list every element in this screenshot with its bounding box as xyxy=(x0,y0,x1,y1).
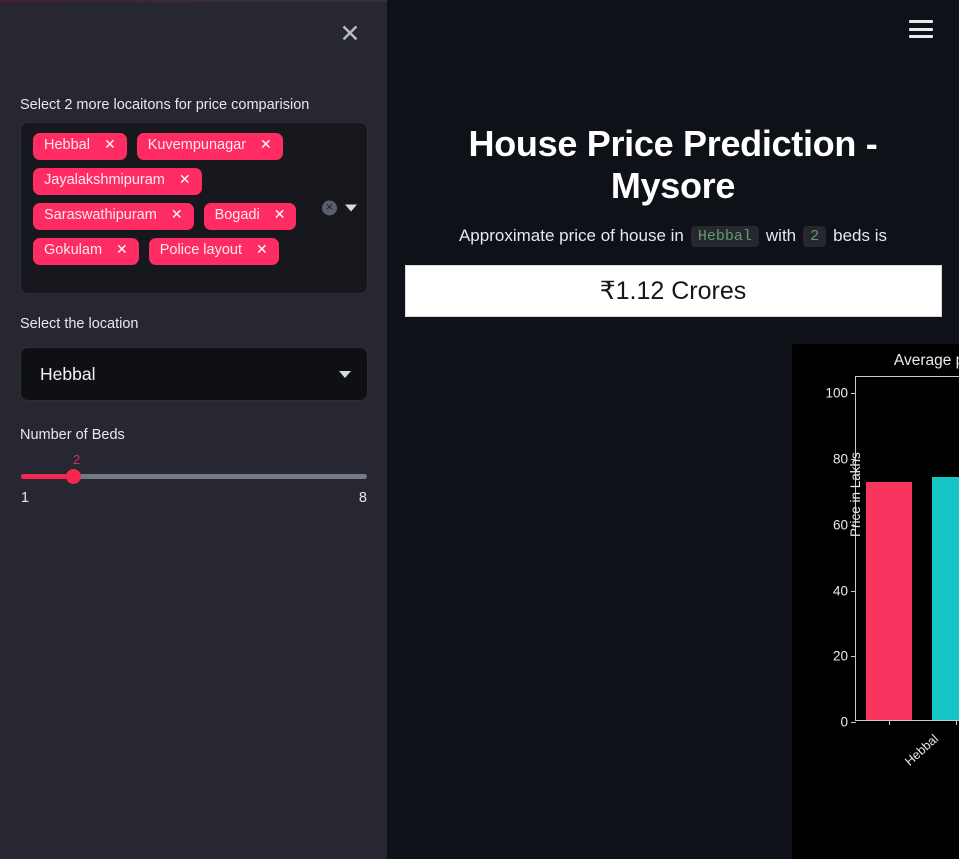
summary-beds-chip: 2 xyxy=(803,225,827,247)
main-content: House Price Prediction - Mysore Approxim… xyxy=(387,0,959,859)
chart-y-tick-mark xyxy=(851,722,856,723)
chart-bar xyxy=(865,481,913,720)
location-select-label: Select the location xyxy=(20,316,139,332)
location-tag-label: Saraswathipuram xyxy=(44,206,157,223)
chevron-down-icon[interactable] xyxy=(345,204,357,212)
summary-text-pre: Approximate price of house in xyxy=(458,226,684,246)
chart-x-tick-mark xyxy=(955,720,957,725)
location-tag-label: Gokulam xyxy=(44,241,103,258)
tags-prompt-label: Select 2 more locaitons for price compar… xyxy=(20,97,310,113)
location-tag[interactable]: Hebbal ✕ xyxy=(33,133,127,160)
chart-x-tick-mark xyxy=(889,720,891,725)
clear-all-icon[interactable]: ✕ xyxy=(322,200,337,216)
chart-y-tick-mark xyxy=(851,590,856,592)
chart-y-tick-label: 20 xyxy=(832,648,848,664)
prediction-summary: Approximate price of house in Hebbal wit… xyxy=(387,225,959,247)
remove-tag-icon[interactable]: ✕ xyxy=(179,172,191,188)
chevron-down-icon xyxy=(339,370,351,378)
chart-y-tick-label: 80 xyxy=(832,451,848,467)
chart-x-tick-label: Hebbal xyxy=(902,731,942,769)
hamburger-bar xyxy=(909,27,933,31)
chart-y-tick-mark xyxy=(851,393,856,395)
chart-plot-area: Price in Lakhs 020406080100HebbalKuvempu… xyxy=(825,376,959,769)
chart-y-tick-label: 60 xyxy=(832,517,848,533)
multiselect-controls: ✕ xyxy=(322,200,357,216)
remove-tag-icon[interactable]: ✕ xyxy=(116,242,128,258)
chart-y-tick-label: 40 xyxy=(832,583,848,599)
locations-multiselect[interactable]: Hebbal ✕ Kuvempunagar ✕ Jayalakshmipuram ✕ Sar… xyxy=(20,122,368,294)
close-icon[interactable]: ✕ xyxy=(335,18,365,48)
chart-y-tick-label: 0 xyxy=(840,714,848,730)
location-tag-label: Police layout xyxy=(159,241,242,258)
location-tag-label: Bogadi xyxy=(214,206,260,223)
location-select[interactable]: Hebbal xyxy=(20,347,368,401)
summary-text-post: beds is xyxy=(833,226,888,246)
chart-y-tick-mark xyxy=(851,656,856,658)
chart-x-axis-label: Location Names xyxy=(792,824,959,839)
chart-y-tick-mark xyxy=(851,459,856,461)
location-tag[interactable]: Jayalakshmipuram ✕ xyxy=(33,167,202,195)
app-root: ✕ Select 2 more locaitons for price comp… xyxy=(0,0,959,859)
hamburger-bar xyxy=(909,20,933,23)
remove-tag-icon[interactable]: ✕ xyxy=(256,242,268,258)
location-select-value: Hebbal xyxy=(40,363,96,384)
sidebar-top-accent-stripe xyxy=(0,0,387,2)
location-tag[interactable]: Police layout ✕ xyxy=(148,237,279,265)
hamburger-bar xyxy=(909,35,933,38)
predicted-price-banner: ₹1.12 Crores xyxy=(404,264,942,317)
hamburger-menu-icon[interactable] xyxy=(909,20,933,38)
location-tag-label: Jayalakshmipuram xyxy=(44,171,165,188)
location-tag-label: Kuvempunagar xyxy=(147,137,247,153)
chart-title: Average price comparision for selected l… xyxy=(893,352,959,369)
beds-slider-label: Number of Beds xyxy=(20,427,125,443)
location-tag[interactable]: Gokulam ✕ xyxy=(33,237,139,265)
summary-text-mid: with xyxy=(765,226,797,246)
chart-y-tick-mark xyxy=(851,524,856,526)
page-title: House Price Prediction - Mysore xyxy=(468,123,878,207)
remove-tag-icon[interactable]: ✕ xyxy=(260,137,272,153)
price-comparison-chart: Average price comparision for selected l… xyxy=(792,344,959,859)
beds-slider-min-label: 1 xyxy=(21,490,30,506)
summary-location-chip: Hebbal xyxy=(690,225,759,247)
sidebar-panel: ✕ Select 2 more locaitons for price comp… xyxy=(0,0,387,859)
location-tag[interactable]: Bogadi ✕ xyxy=(203,202,297,230)
chart-y-tick-label: 100 xyxy=(825,385,848,401)
beds-slider-track[interactable] xyxy=(21,469,367,484)
location-tag-label: Hebbal xyxy=(44,137,90,153)
location-tag[interactable]: Kuvempunagar ✕ xyxy=(136,133,283,160)
remove-tag-icon[interactable]: ✕ xyxy=(104,137,116,153)
beds-slider-thumb[interactable] xyxy=(66,469,81,484)
remove-tag-icon[interactable]: ✕ xyxy=(274,207,286,223)
location-tag[interactable]: Saraswathipuram ✕ xyxy=(33,202,194,230)
remove-tag-icon[interactable]: ✕ xyxy=(171,207,183,223)
chart-bar xyxy=(932,476,959,720)
selected-tags-container: Hebbal ✕ Kuvempunagar ✕ Jayalakshmipuram ✕ Sar… xyxy=(33,133,321,265)
beds-slider-value: 2 xyxy=(73,452,81,467)
beds-slider-max-label: 8 xyxy=(358,490,367,506)
